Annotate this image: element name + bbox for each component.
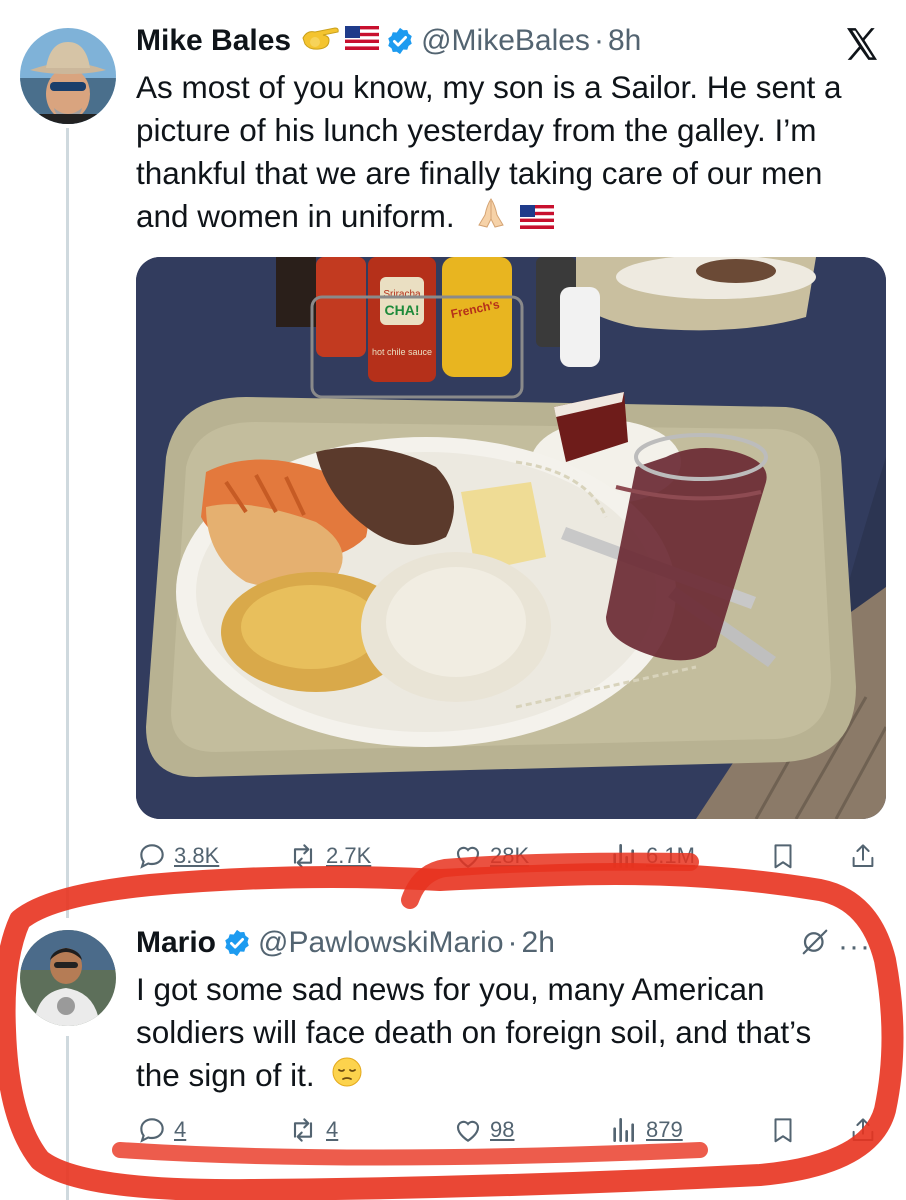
reply-button[interactable]: 3.8K xyxy=(136,840,219,872)
separator-dot: · xyxy=(507,926,518,959)
tweet-text-line: As most of you know, my son is a Sailor.… xyxy=(136,69,842,105)
us-flag-icon xyxy=(345,24,380,58)
thread-line-bottom xyxy=(66,1036,69,1200)
avatar[interactable] xyxy=(20,28,116,124)
grok-icon[interactable] xyxy=(800,925,830,964)
verified-icon xyxy=(222,928,252,958)
author-handle[interactable]: @MikeBales xyxy=(421,24,590,58)
reply-count: 3.8K xyxy=(174,843,220,868)
reply-icon xyxy=(140,844,164,869)
bottle-label: CHA! xyxy=(385,302,420,318)
pointing-hand-icon xyxy=(301,22,341,60)
tweet-actions: 4 4 98 879 xyxy=(136,1114,886,1154)
views-icon xyxy=(613,1118,634,1142)
views-count: 6.1M xyxy=(646,843,695,868)
tweet-text-line: picture of his lunch yesterday from the … xyxy=(136,112,817,148)
bookmark-icon xyxy=(774,844,792,869)
tweet-text-line: and women in uniform. xyxy=(136,195,842,242)
repost-icon xyxy=(293,844,313,868)
tweet-header: Mario @PawlowskiMario · 2h xyxy=(136,926,555,960)
repost-count: 4 xyxy=(326,1117,339,1142)
tweet-text-line: I got some sad news for you, many Americ… xyxy=(136,971,765,1007)
reply-count: 4 xyxy=(174,1117,187,1142)
share-button[interactable] xyxy=(848,1114,878,1146)
author-handle[interactable]: @PawlowskiMario xyxy=(258,926,504,960)
heart-icon xyxy=(456,1120,480,1142)
folded-hands-icon xyxy=(473,195,509,242)
tweet-text: I got some sad news for you, many Americ… xyxy=(136,968,811,1099)
like-button[interactable]: 98 xyxy=(452,1114,514,1146)
share-icon xyxy=(852,1118,874,1141)
share-icon xyxy=(852,844,874,867)
tweet-text-line: soldiers will face death on foreign soil… xyxy=(136,1014,812,1050)
reply-button[interactable]: 4 xyxy=(136,1114,186,1146)
x-logo-icon[interactable] xyxy=(842,24,886,68)
tweet-text-line: thankful that we are finally taking care… xyxy=(136,155,823,191)
views-count: 879 xyxy=(646,1117,683,1142)
more-options-button[interactable]: ··· xyxy=(838,930,871,964)
heart-icon xyxy=(456,846,480,868)
author-name[interactable]: Mike Bales xyxy=(136,24,291,58)
tweet-timestamp[interactable]: 8h xyxy=(608,24,641,58)
thread-line-top xyxy=(66,128,69,918)
us-flag-icon xyxy=(520,197,555,240)
avatar[interactable] xyxy=(20,930,116,1026)
repost-button[interactable]: 2.7K xyxy=(286,840,371,872)
author-name[interactable]: Mario xyxy=(136,926,216,960)
tweet-timestamp[interactable]: 2h xyxy=(522,926,555,960)
views-icon xyxy=(613,844,634,868)
repost-button[interactable]: 4 xyxy=(286,1114,338,1146)
reply-icon xyxy=(140,1118,164,1143)
tweet-actions: 3.8K 2.7K 28K 6.1M xyxy=(136,840,886,880)
views-button[interactable]: 6.1M xyxy=(608,840,695,872)
bookmark-icon xyxy=(774,1118,792,1143)
tweet-header: Mike Bales @MikeBales · 8h xyxy=(136,22,641,60)
repost-icon xyxy=(293,1118,313,1142)
like-count: 28K xyxy=(490,843,530,868)
like-count: 98 xyxy=(490,1117,515,1142)
tweet-photo[interactable]: Sriracha CHA! hot chile sauce French's xyxy=(136,257,886,819)
verified-icon xyxy=(385,26,415,56)
repost-count: 2.7K xyxy=(326,843,372,868)
tweet-text: As most of you know, my son is a Sailor.… xyxy=(136,66,842,242)
share-button[interactable] xyxy=(848,840,878,872)
like-button[interactable]: 28K xyxy=(452,840,529,872)
bottle-label: hot chile sauce xyxy=(372,347,432,357)
views-button[interactable]: 879 xyxy=(608,1114,683,1146)
tweet-text-line: the sign of it. xyxy=(136,1054,811,1099)
pensive-face-icon xyxy=(331,1056,363,1099)
separator-dot: · xyxy=(593,24,604,57)
bookmark-button[interactable] xyxy=(768,1114,798,1146)
bookmark-button[interactable] xyxy=(768,840,798,872)
